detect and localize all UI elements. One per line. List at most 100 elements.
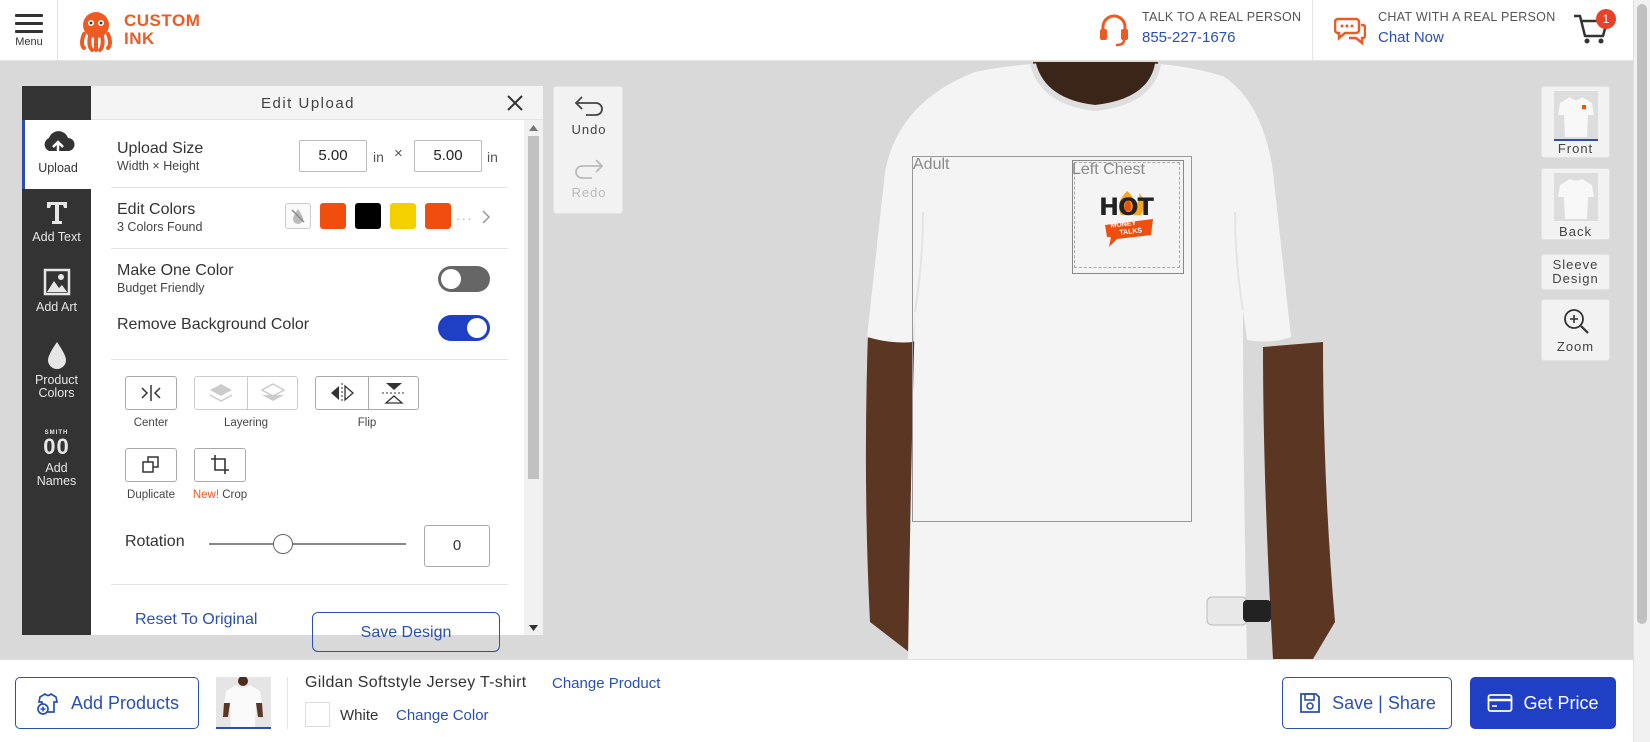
logo-text-custom: CUSTOM — [124, 11, 201, 30]
bottom-bar: Add Products Gildan Softstyle Jersey T-s… — [0, 659, 1633, 742]
add-products-button[interactable]: Add Products — [15, 677, 199, 729]
uploaded-design[interactable]: HOT MONEY TALKS — [1097, 189, 1161, 249]
flip-group — [315, 376, 419, 410]
view-back[interactable]: Back — [1541, 168, 1610, 240]
product-name: Gildan Softstyle Jersey T-shirt — [305, 674, 527, 691]
adult-area-label: Adult — [913, 156, 950, 173]
drop-slash-icon — [291, 209, 305, 224]
rail-item-add-text[interactable]: Add Text — [22, 192, 91, 258]
chevron-right-icon[interactable] — [481, 210, 491, 224]
scroll-up-arrow-icon[interactable] — [529, 125, 538, 131]
sleeve-design-button[interactable]: Sleeve Design — [1541, 254, 1610, 290]
scroll-down-arrow-icon[interactable] — [529, 625, 538, 631]
save-share-button[interactable]: Save | Share — [1282, 677, 1452, 729]
menu-label: Menu — [15, 36, 43, 48]
rail-item-add-names[interactable]: SMITH 00 Add Names — [22, 430, 91, 502]
color-swatch-white — [305, 702, 330, 727]
change-color-link[interactable]: Change Color — [396, 707, 489, 724]
product-shirt-image — [216, 676, 271, 727]
color-swatch[interactable] — [425, 203, 451, 229]
design-hot-text: HOT — [1099, 193, 1154, 221]
center-button[interactable] — [125, 376, 177, 410]
get-price-button[interactable]: Get Price — [1470, 677, 1616, 729]
remove-background-toggle[interactable] — [438, 315, 490, 341]
rotation-input[interactable]: 0 — [424, 525, 490, 567]
chat-caption: CHAT WITH A REAL PERSON — [1378, 10, 1556, 24]
edit-colors-sub: 3 Colors Found — [117, 220, 203, 234]
rail-item-product-colors[interactable]: Product Colors — [22, 340, 91, 412]
rail-label-add-text: Add Text — [32, 230, 81, 244]
product-color-name: White — [340, 707, 379, 724]
rail-item-upload[interactable]: Upload — [22, 120, 91, 189]
layering-group — [194, 376, 298, 410]
width-input[interactable]: 5.00 — [299, 140, 367, 172]
add-product-icon — [37, 692, 59, 715]
chat-now-link[interactable]: Chat Now — [1378, 29, 1556, 46]
change-product-link[interactable]: Change Product — [552, 675, 660, 692]
image-icon — [43, 268, 70, 296]
center-caption: Center — [133, 417, 169, 429]
phone-contact[interactable]: TALK TO A REAL PERSON 855-227-1676 — [1098, 10, 1301, 47]
menu-button[interactable]: Menu — [12, 14, 46, 48]
undo-redo-box: Undo Redo — [553, 86, 623, 214]
crop-icon — [211, 455, 229, 474]
redo-label: Redo — [571, 185, 607, 200]
save-share-label: Save | Share — [1332, 692, 1436, 713]
center-icon — [141, 385, 161, 401]
design-money-talks-text: MONEY TALKS — [1110, 219, 1142, 238]
panel-header: Edit Upload — [91, 86, 543, 120]
flip-vertical-icon[interactable] — [380, 381, 408, 405]
rail-item-add-art[interactable]: Add Art — [22, 262, 91, 328]
reset-to-original-link[interactable]: Reset To Original — [135, 611, 257, 629]
design-canvas[interactable]: Adult Left Chest HOT MONEY TALKS — [623, 62, 1541, 659]
chat-bubbles-icon — [1334, 17, 1366, 46]
save-icon — [1300, 693, 1321, 713]
close-icon[interactable] — [505, 93, 525, 113]
crop-caption: New! Crop — [184, 489, 256, 501]
color-swatch[interactable] — [390, 203, 416, 229]
width-unit: in — [373, 149, 384, 165]
zoom-button[interactable]: Zoom — [1541, 299, 1610, 361]
rotation-slider-track[interactable] — [209, 543, 406, 545]
make-one-color-toggle[interactable] — [438, 266, 490, 292]
headset-icon — [1100, 14, 1128, 47]
undo-button[interactable]: Undo — [554, 93, 624, 137]
divider — [111, 248, 508, 249]
page-scroll-thumb[interactable] — [1637, 4, 1647, 624]
watch-face — [1243, 600, 1271, 622]
names-icon: SMITH 00 — [22, 430, 91, 458]
cart-button[interactable]: 1 — [1572, 9, 1616, 51]
flip-horizontal-icon[interactable] — [328, 381, 356, 405]
cart-count-badge: 1 — [1596, 9, 1616, 29]
view-front-label: Front — [1557, 141, 1594, 156]
remove-color-swatch[interactable] — [285, 203, 311, 229]
save-design-button[interactable]: Save Design — [312, 612, 500, 652]
redo-icon — [575, 159, 604, 179]
chat-contact[interactable]: CHAT WITH A REAL PERSON Chat Now — [1334, 10, 1556, 47]
send-backward-icon[interactable] — [259, 381, 287, 405]
flip-caption: Flip — [357, 417, 377, 429]
add-products-label: Add Products — [70, 692, 180, 713]
panel-scrollbar[interactable] — [524, 120, 543, 635]
credit-card-icon — [1488, 694, 1513, 712]
page-scrollbar[interactable] — [1633, 0, 1650, 742]
bring-forward-icon[interactable] — [207, 381, 235, 405]
view-front[interactable]: Front — [1541, 86, 1610, 158]
tool-rail: Upload Add Text Add Art Product Colors S… — [22, 86, 91, 635]
color-swatch[interactable] — [355, 203, 381, 229]
product-thumbnail[interactable] — [216, 676, 271, 729]
text-icon — [46, 202, 67, 224]
rotation-slider-knob[interactable] — [272, 534, 293, 554]
make-one-color-label: Make One Color — [117, 262, 234, 279]
phone-number-link[interactable]: 855-227-1676 — [1142, 29, 1301, 46]
undo-icon — [574, 96, 603, 116]
times-sign: × — [394, 145, 403, 162]
custom-ink-logo[interactable]: CUSTOM INK — [74, 8, 200, 52]
height-input[interactable]: 5.00 — [414, 140, 482, 172]
panel-scroll-thumb[interactable] — [528, 136, 539, 479]
zoom-in-icon — [1563, 309, 1589, 334]
crop-button[interactable] — [194, 448, 246, 482]
duplicate-button[interactable] — [125, 448, 177, 482]
color-swatch[interactable] — [320, 203, 346, 229]
redo-button[interactable]: Redo — [554, 156, 624, 200]
